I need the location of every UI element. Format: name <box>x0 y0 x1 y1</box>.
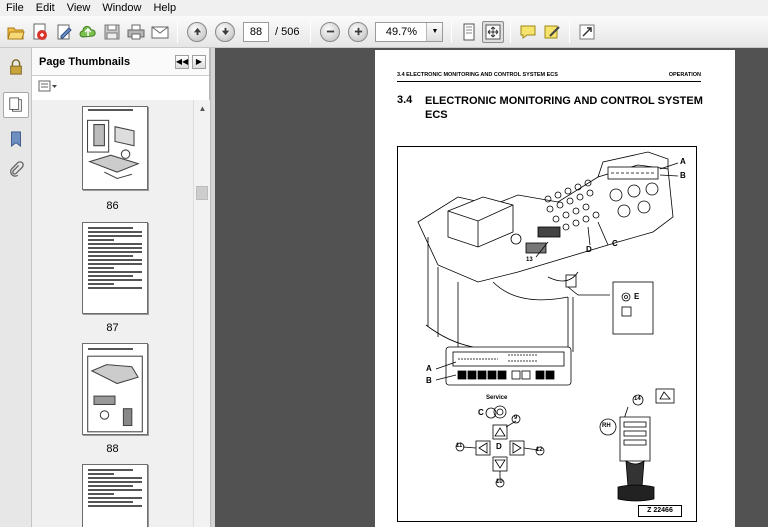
attachment-icon[interactable] <box>3 156 29 182</box>
menu-edit[interactable]: Edit <box>30 0 61 16</box>
menu-view[interactable]: View <box>61 0 97 16</box>
toolbar-separator <box>510 20 512 43</box>
menu-file[interactable]: File <box>0 0 30 16</box>
running-header-left: 3.4 ELECTRONIC MONITORING AND CONTROL SY… <box>397 72 558 78</box>
figure-callout: 13 <box>526 257 533 263</box>
zoom-in-icon[interactable] <box>348 21 369 42</box>
thumbnail-label: 86 <box>106 200 119 212</box>
figure-callout: C <box>612 239 618 248</box>
print-icon[interactable] <box>125 21 147 43</box>
thumbnail-page-current[interactable] <box>82 343 148 435</box>
figure-callout: 11 <box>456 443 463 449</box>
figure-callout: D <box>586 245 592 254</box>
section-title: ELECTRONIC MONITORING AND CONTROL SYSTEM… <box>425 95 703 121</box>
toolbar-separator <box>177 20 178 43</box>
thumbnail-drawing <box>86 119 140 180</box>
thumbnail-page[interactable] <box>82 464 148 527</box>
running-header-right: OPERATION <box>668 72 701 78</box>
figure-code: Z 22466 <box>638 505 682 517</box>
figure-callout: 14 <box>634 396 641 402</box>
ecs-line-drawing <box>417 151 679 502</box>
lock-icon[interactable] <box>3 54 29 80</box>
header-rule <box>397 81 701 82</box>
thumbnail-page[interactable] <box>82 222 148 314</box>
section-number: 3.4 <box>397 94 413 106</box>
zoom-out-icon[interactable] <box>320 21 341 42</box>
toolbar: 88 / 506 49.7% ▼ <box>0 16 768 48</box>
thumbnail-drawing <box>87 355 143 433</box>
figure-callout: 9 <box>514 415 518 421</box>
edit-icon[interactable] <box>53 21 75 43</box>
page-thumbnails-icon[interactable] <box>3 92 29 118</box>
toolbar-separator <box>451 20 453 43</box>
page-number-input[interactable]: 88 <box>243 21 269 42</box>
figure-callout: B <box>680 171 686 180</box>
figure-callout: B <box>426 376 432 385</box>
thumbnail-label: 87 <box>106 322 119 334</box>
email-icon[interactable] <box>149 21 171 43</box>
cloud-upload-icon[interactable] <box>77 21 99 43</box>
bookmark-icon[interactable] <box>3 126 29 152</box>
figure-callout: D <box>496 442 502 451</box>
thumbnails-title: Page Thumbnails <box>39 55 131 68</box>
toolbar-separator <box>569 20 571 43</box>
collapse-panel-icon[interactable]: ◀◀ <box>175 54 189 69</box>
fit-width-icon[interactable] <box>482 20 505 43</box>
page-total: / 506 <box>275 25 300 38</box>
fit-page-icon[interactable] <box>458 21 480 43</box>
figure-callout: Service <box>486 395 508 401</box>
menu-bar: File Edit View Window Help <box>0 0 768 16</box>
thumbnails-header: Page Thumbnails ◀◀ ▶ <box>32 48 209 76</box>
create-pdf-icon[interactable] <box>29 21 51 43</box>
document-page: 3.4 ELECTRONIC MONITORING AND CONTROL SY… <box>375 50 735 527</box>
thumbnails-panel: Page Thumbnails ◀◀ ▶ 86 87 88 ▲ <box>32 48 210 527</box>
comment-icon[interactable] <box>517 21 539 43</box>
document-view[interactable]: 3.4 ELECTRONIC MONITORING AND CONTROL SY… <box>215 48 768 527</box>
previous-page-icon[interactable] <box>187 21 207 42</box>
options-menu-icon <box>38 80 57 92</box>
chevron-right-icon[interactable]: ▶ <box>192 54 206 69</box>
thumbnail-page[interactable] <box>82 106 148 190</box>
expand-icon[interactable] <box>576 21 598 43</box>
figure-ecs-diagram: A B 13 D C E A B Service C 9 11 D 12 10 … <box>397 146 697 522</box>
figure-callout: A <box>680 157 686 166</box>
figure-callout: RH <box>602 423 611 429</box>
chevron-down-icon[interactable]: ▼ <box>426 22 443 41</box>
open-icon[interactable] <box>5 21 27 43</box>
thumbnail-options-button[interactable] <box>32 76 209 96</box>
figure-callout: A <box>426 364 432 373</box>
figure-callout: 10 <box>496 479 503 485</box>
navigation-rail <box>0 48 32 527</box>
save-icon[interactable] <box>101 21 123 43</box>
thumbnail-scrollbar[interactable]: ▲ <box>193 100 210 527</box>
scroll-up-icon[interactable]: ▲ <box>194 100 211 116</box>
sign-icon[interactable] <box>541 21 563 43</box>
scrollbar-thumb[interactable] <box>196 186 208 200</box>
figure-callout: 12 <box>536 447 543 453</box>
menu-help[interactable]: Help <box>147 0 182 16</box>
figure-callout: C <box>478 408 484 417</box>
zoom-value[interactable]: 49.7% <box>376 23 426 41</box>
figure-callout: E <box>634 292 640 301</box>
next-page-icon[interactable] <box>215 21 235 42</box>
menu-window[interactable]: Window <box>96 0 147 16</box>
thumbnail-list: 86 87 88 <box>32 100 193 527</box>
toolbar-separator <box>310 20 312 43</box>
zoom-select[interactable]: 49.7% ▼ <box>375 21 444 42</box>
thumbnail-label: 88 <box>106 443 119 455</box>
